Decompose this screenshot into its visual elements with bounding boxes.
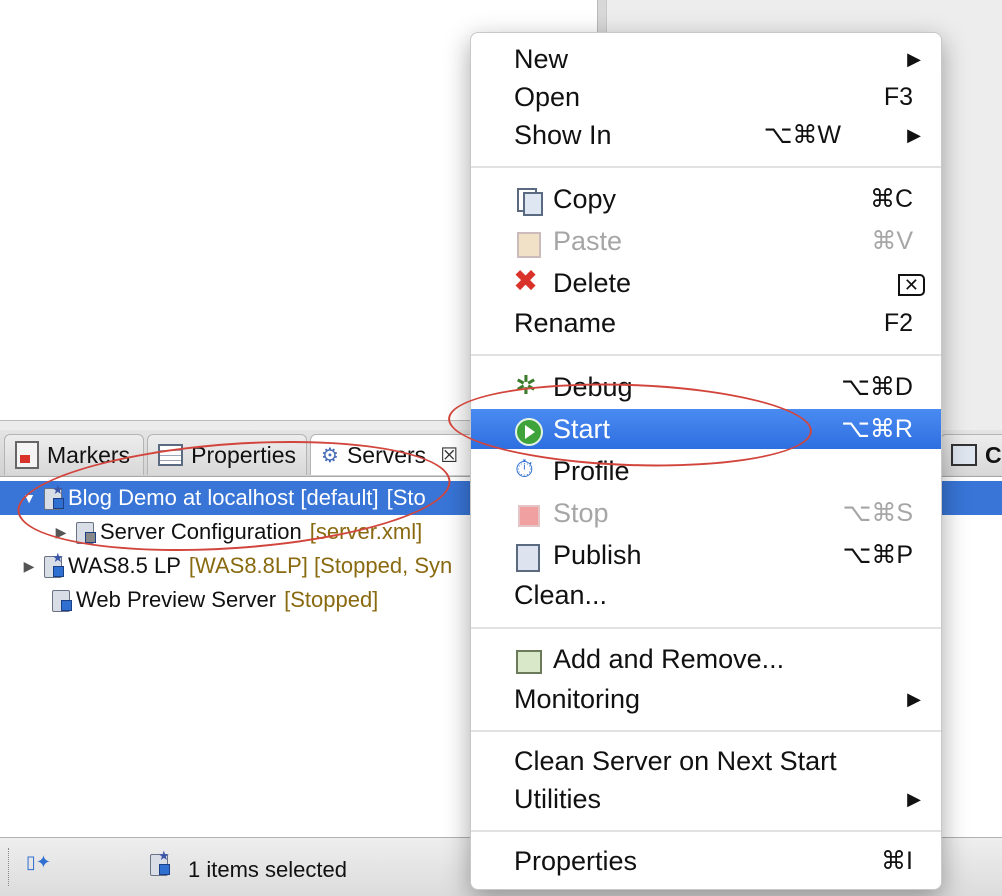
menu-item-start[interactable]: Start ⌥⌘R <box>471 409 941 449</box>
menu-item-label: Stop <box>553 497 609 528</box>
menu-item-label: Publish <box>553 539 642 570</box>
menu-separator <box>471 730 941 732</box>
servers-icon: ⚙ <box>321 444 339 467</box>
menu-item-open[interactable]: Open F3 <box>471 77 941 117</box>
menu-shortcut: ⌥⌘R <box>841 415 913 443</box>
server-state: [Stopped] <box>284 587 379 612</box>
tab-markers[interactable]: Markers <box>4 434 144 475</box>
server-icon: ★ <box>42 482 64 510</box>
menu-item-label: Show In <box>514 119 612 150</box>
server-config-icon <box>74 520 96 544</box>
submenu-arrow-icon: ▶ <box>907 124 921 145</box>
menu-item-label: Start <box>553 413 611 444</box>
menu-item-add-and-remove[interactable]: Add and Remove... <box>471 639 941 679</box>
menu-shortcut: ✕ <box>897 269 925 298</box>
tab-console[interactable]: C <box>940 434 1002 475</box>
menu-item-stop[interactable]: Stop ⌥⌘S <box>471 493 941 533</box>
menu-shortcut: ⌥⌘W <box>763 121 841 149</box>
menu-item-monitoring[interactable]: Monitoring ▶ <box>471 679 941 719</box>
menu-shortcut: F2 <box>883 308 913 337</box>
menu-shortcut: ⌥⌘D <box>841 373 913 401</box>
debug-icon: ✲ <box>515 370 537 400</box>
tab-markers-label: Markers <box>47 441 131 468</box>
menu-shortcut: ⌘V <box>871 227 913 255</box>
server-icon: ★ <box>42 550 64 578</box>
menu-item-label: Copy <box>553 183 617 214</box>
publish-icon <box>513 542 541 572</box>
paste-icon <box>513 228 541 258</box>
tab-servers-label: Servers <box>346 441 427 468</box>
menu-item-show-in[interactable]: Show In ⌥⌘W ▶ <box>471 115 941 155</box>
server-state: [Sto <box>386 485 426 510</box>
submenu-arrow-icon: ▶ <box>907 48 921 69</box>
menu-item-label: New <box>514 43 569 74</box>
status-text: 1 items selected <box>188 857 347 882</box>
menu-separator <box>471 166 941 168</box>
server-icon: ★ <box>148 848 170 876</box>
submenu-arrow-icon: ▶ <box>907 688 921 709</box>
menu-item-label: Debug <box>553 371 633 402</box>
profile-icon: ⏱ <box>515 456 534 483</box>
menu-item-properties[interactable]: Properties ⌘I <box>471 841 941 881</box>
server-name: Server Configuration <box>100 519 302 544</box>
menu-item-new[interactable]: New ▶ <box>471 39 941 79</box>
menu-shortcut: ⌥⌘P <box>842 541 913 569</box>
menu-item-label: Delete <box>553 267 632 298</box>
add-remove-icon <box>513 646 542 674</box>
status-separator <box>8 848 11 886</box>
expand-toggle-icon[interactable]: ▶ <box>18 558 40 575</box>
menu-shortcut: ⌘I <box>881 847 913 875</box>
tab-properties-label: Properties <box>191 441 296 468</box>
menu-item-label: Properties <box>514 845 638 876</box>
menu-item-label: Profile <box>553 455 630 486</box>
menu-item-clean[interactable]: Clean... <box>471 575 941 615</box>
menu-shortcut: ⌘C <box>869 185 913 213</box>
console-icon <box>951 444 977 466</box>
context-menu: New ▶ Open F3 Show In ⌥⌘W ▶ Copy ⌘C Past… <box>470 32 942 890</box>
menu-separator <box>471 354 941 356</box>
menu-item-label: Add and Remove... <box>553 643 785 674</box>
menu-shortcut: F3 <box>883 82 913 111</box>
tab-servers[interactable]: ⚙ Servers ☒ <box>310 434 478 475</box>
menu-item-debug[interactable]: ✲ Debug ⌥⌘D <box>471 367 941 407</box>
menu-item-copy[interactable]: Copy ⌘C <box>471 179 941 219</box>
menu-item-label: Clean... <box>514 579 608 610</box>
new-server-icon[interactable]: ▯✦ <box>26 852 52 878</box>
menu-item-label: Utilities <box>514 783 602 814</box>
server-name: Blog Demo at localhost [default] <box>68 485 379 510</box>
menu-item-delete[interactable]: ✖ Delete ✕ <box>471 263 941 303</box>
tab-console-label: C <box>985 441 1002 468</box>
properties-icon <box>158 444 184 466</box>
menu-item-profile[interactable]: ⏱ Profile <box>471 451 941 491</box>
close-icon[interactable]: ☒ <box>440 443 458 468</box>
menu-item-label: Rename <box>514 307 617 338</box>
submenu-arrow-icon: ▶ <box>907 788 921 809</box>
menu-item-label: Open <box>514 81 581 112</box>
forward-delete-key-icon: ✕ <box>897 273 925 296</box>
expand-toggle-icon[interactable]: ▶ <box>50 524 72 541</box>
server-state: [WAS8.8LP] [Stopped, Syn <box>188 553 453 578</box>
menu-item-label: Paste <box>553 225 623 256</box>
server-icon <box>50 588 72 612</box>
server-name: WAS8.5 LP <box>68 553 181 578</box>
menu-separator <box>471 830 941 832</box>
tab-properties[interactable]: Properties <box>147 434 307 475</box>
server-state: [server.xml] <box>309 519 423 544</box>
delete-icon: ✖ <box>513 265 539 298</box>
copy-icon <box>513 186 543 216</box>
menu-item-paste[interactable]: Paste ⌘V <box>471 221 941 261</box>
stop-icon <box>513 500 541 528</box>
menu-separator <box>471 627 941 629</box>
menu-item-publish[interactable]: Publish ⌥⌘P <box>471 535 941 575</box>
menu-item-utilities[interactable]: Utilities ▶ <box>471 779 941 819</box>
menu-item-clean-on-next-start[interactable]: Clean Server on Next Start <box>471 741 941 781</box>
server-name: Web Preview Server <box>76 587 277 612</box>
menu-item-rename[interactable]: Rename F2 <box>471 303 941 343</box>
menu-shortcut: ⌥⌘S <box>842 499 913 527</box>
expand-toggle-icon[interactable]: ▼ <box>18 490 40 506</box>
markers-icon <box>15 441 39 469</box>
menu-item-label: Monitoring <box>514 683 641 714</box>
start-icon <box>513 416 543 446</box>
menu-item-label: Clean Server on Next Start <box>514 745 837 776</box>
